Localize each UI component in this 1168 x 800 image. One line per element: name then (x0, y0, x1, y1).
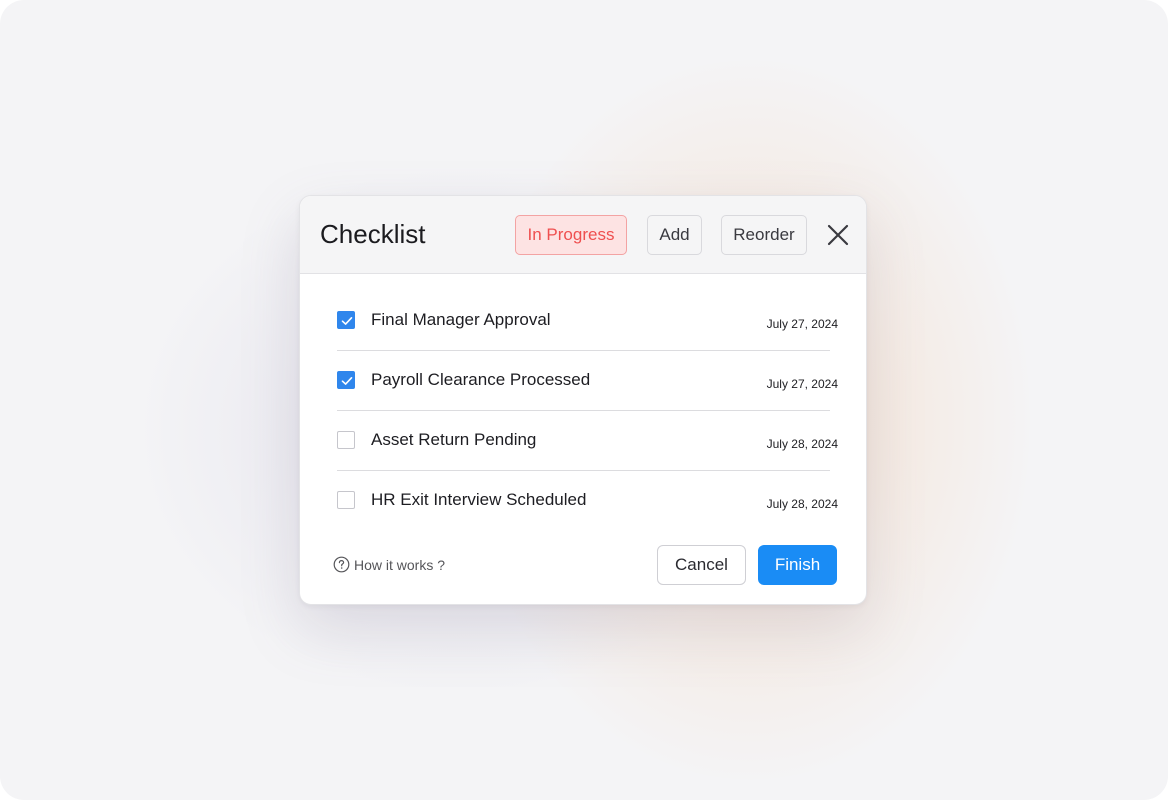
divider (337, 410, 830, 411)
close-icon-graphic (827, 224, 849, 246)
checklist-item[interactable]: HR Exit Interview Scheduled July 28, 202… (337, 474, 838, 534)
checklist-item-label: HR Exit Interview Scheduled (371, 490, 587, 509)
finish-button[interactable]: Finish (758, 545, 837, 585)
divider (337, 470, 830, 471)
divider (337, 350, 830, 351)
checklist-item[interactable]: Payroll Clearance Processed July 27, 202… (337, 354, 838, 414)
checkbox-unchecked-icon[interactable] (337, 431, 355, 449)
checklist-item-date: July 27, 2024 (766, 317, 838, 331)
checklist-item[interactable]: Final Manager Approval July 27, 2024 (337, 294, 838, 354)
question-circle-icon (333, 556, 350, 573)
checkbox-unchecked-icon[interactable] (337, 491, 355, 509)
checklist-item-label: Final Manager Approval (371, 310, 551, 329)
checkbox-checked-icon[interactable] (337, 371, 355, 389)
checklist-item-label: Asset Return Pending (371, 430, 537, 449)
checklist-item-date: July 28, 2024 (766, 497, 838, 511)
checklist-item-label: Payroll Clearance Processed (371, 370, 591, 389)
checkbox-checked-icon[interactable] (337, 311, 355, 329)
how-it-works-label: How it works ? (354, 557, 446, 573)
add-button[interactable]: Add (647, 215, 702, 255)
dialog-header: Checklist In Progress Add Reorder (300, 196, 866, 274)
background: Checklist In Progress Add Reorder Final … (0, 0, 1168, 800)
cancel-button[interactable]: Cancel (657, 545, 746, 585)
checklist-dialog: Checklist In Progress Add Reorder Final … (299, 195, 867, 605)
reorder-button[interactable]: Reorder (721, 215, 807, 255)
checklist-item[interactable]: Asset Return Pending July 28, 2024 (337, 414, 838, 474)
checklist-item-date: July 28, 2024 (766, 437, 838, 451)
checklist-item-date: July 27, 2024 (766, 377, 838, 391)
dialog-title: Checklist (320, 219, 426, 249)
close-icon[interactable] (826, 223, 850, 247)
status-in-progress-button[interactable]: In Progress (515, 215, 627, 255)
